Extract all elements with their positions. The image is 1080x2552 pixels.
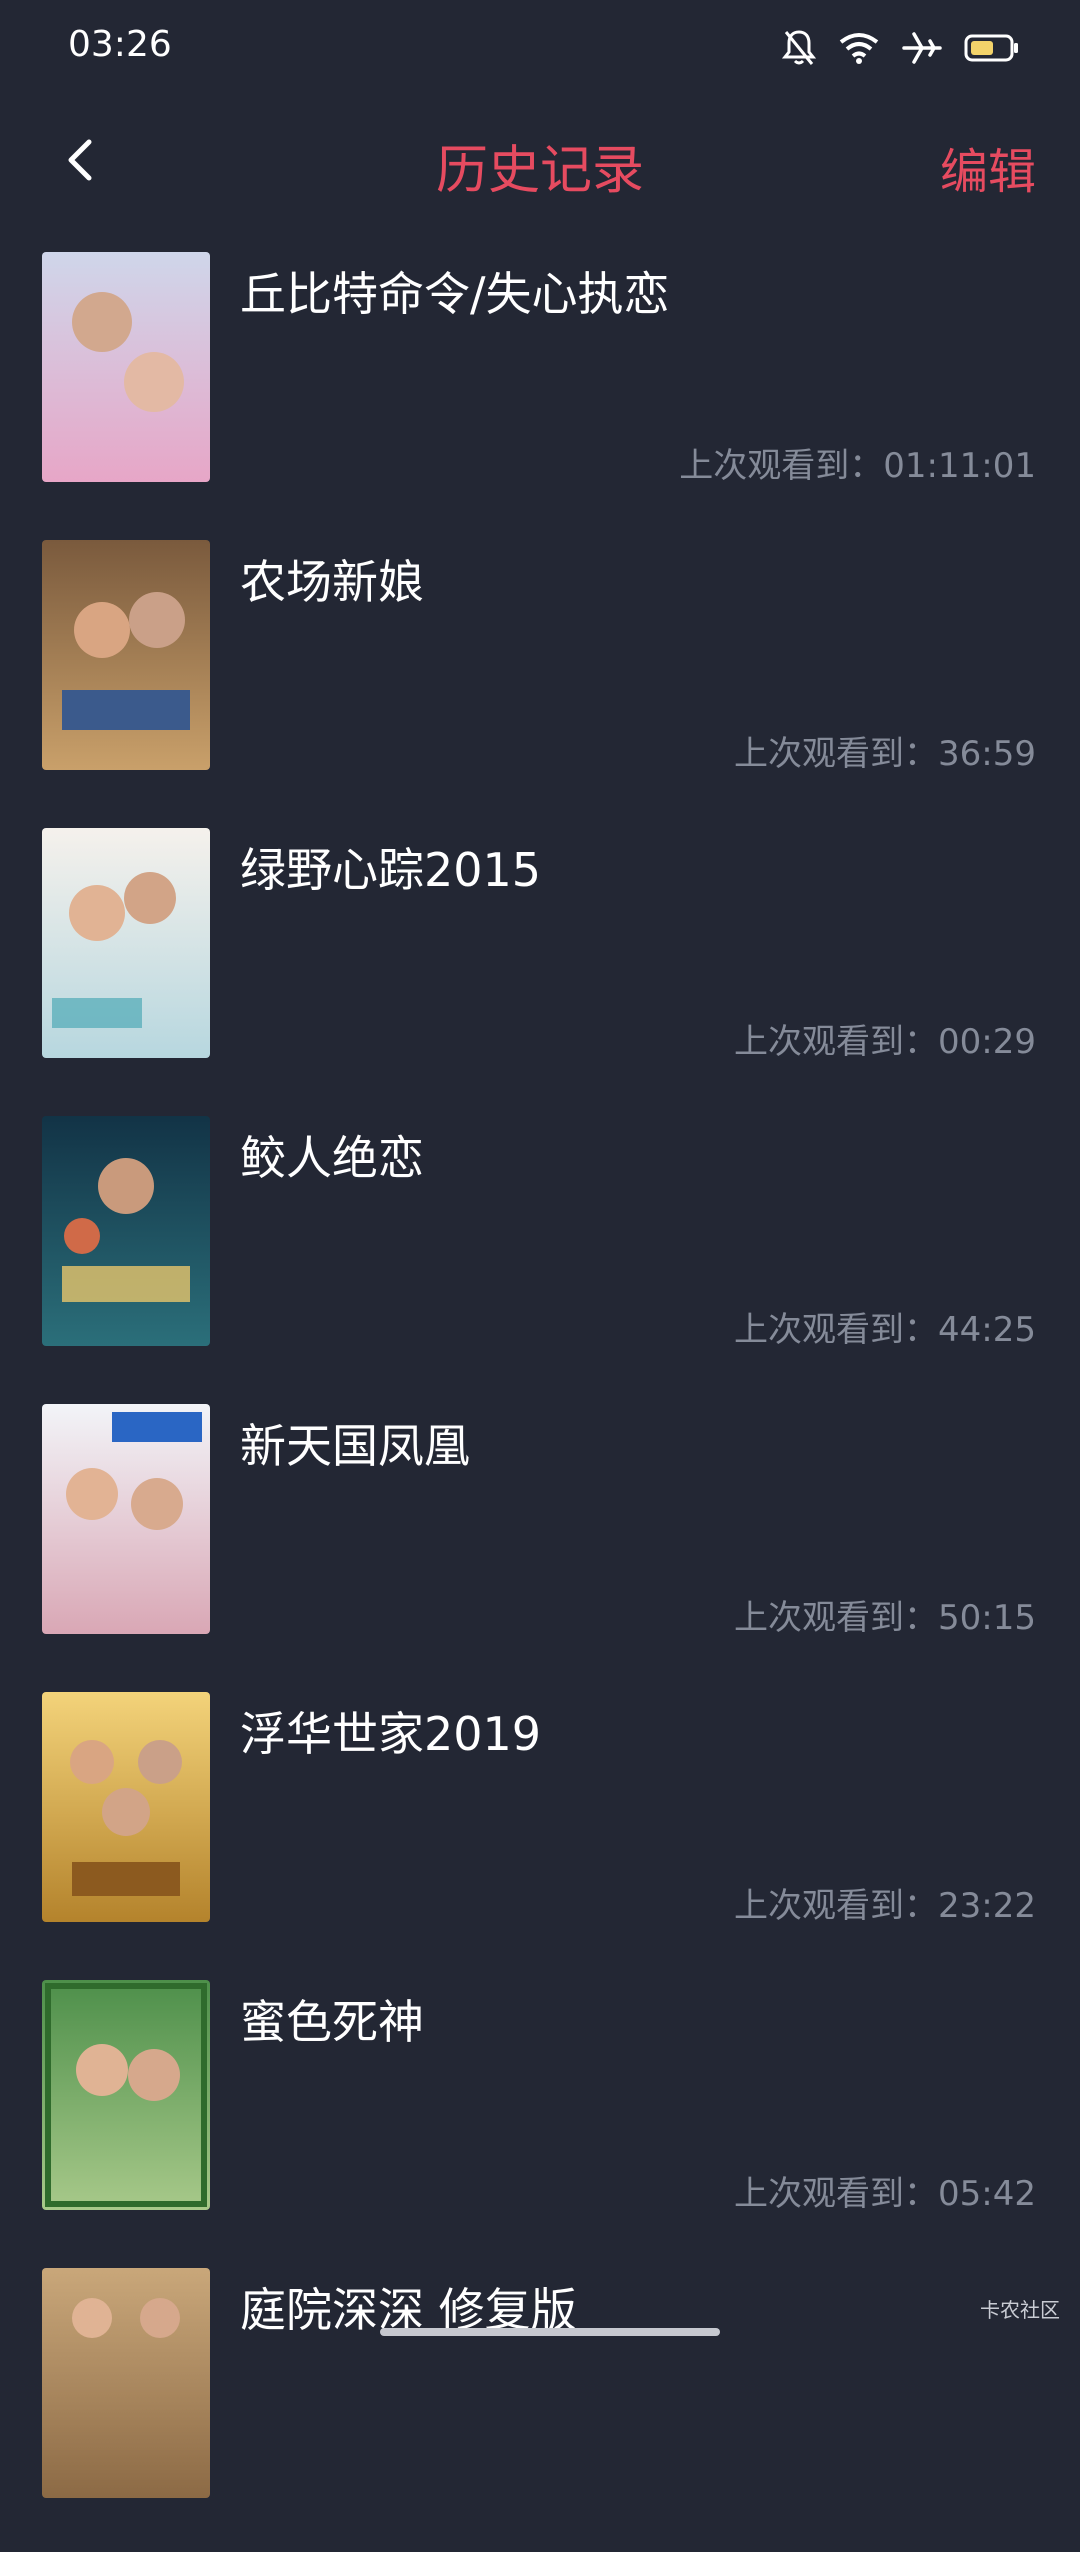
status-bar: 03:26 — [0, 0, 1080, 96]
poster-thumbnail[interactable] — [42, 1116, 210, 1346]
drama-title: 丘比特命令/失心执恋 — [240, 267, 670, 321]
history-item[interactable]: 丘比特命令/失心执恋 上次观看到：01:11:01 — [0, 248, 1080, 536]
watch-progress: 上次观看到：50:15 — [734, 1598, 1036, 1638]
home-indicator[interactable] — [380, 2328, 720, 2336]
history-item[interactable]: 庭院深深 修复版 — [0, 2264, 1080, 2552]
history-item[interactable]: 蜜色死神 上次观看到：05:42 — [0, 1976, 1080, 2264]
status-icons — [782, 26, 1020, 70]
poster-thumbnail[interactable] — [42, 1692, 210, 1922]
poster-thumbnail[interactable] — [42, 2268, 210, 2498]
history-item[interactable]: 农场新娘 上次观看到：36:59 — [0, 536, 1080, 824]
page-title: 历史记录 — [435, 141, 644, 201]
airplane-icon — [902, 30, 942, 66]
watermark: 卡农社区 — [980, 2298, 1060, 2322]
history-item[interactable]: 绿野心踪2015 上次观看到：00:29 — [0, 824, 1080, 1112]
edit-button[interactable]: 编辑 — [940, 132, 1036, 202]
drama-title: 蜜色死神 — [240, 1995, 424, 2049]
battery-icon — [964, 33, 1020, 63]
drama-title: 新天国凤凰 — [240, 1419, 470, 1473]
history-item[interactable]: 新天国凤凰 上次观看到：50:15 — [0, 1400, 1080, 1688]
poster-thumbnail[interactable] — [42, 828, 210, 1058]
drama-title: 鲛人绝恋 — [240, 1131, 424, 1185]
poster-thumbnail[interactable] — [42, 252, 210, 482]
history-item[interactable]: 浮华世家2019 上次观看到：23:22 — [0, 1688, 1080, 1976]
top-app-bar: 历史记录 编辑 — [0, 110, 1080, 210]
history-item[interactable]: 鲛人绝恋 上次观看到：44:25 — [0, 1112, 1080, 1400]
bell-muted-icon — [782, 28, 816, 68]
drama-title: 绿野心踪2015 — [240, 843, 542, 897]
watch-progress: 上次观看到：00:29 — [734, 1022, 1036, 1062]
drama-title: 农场新娘 — [240, 555, 424, 609]
watch-progress: 上次观看到：05:42 — [734, 2174, 1036, 2214]
status-time: 03:26 — [68, 24, 172, 65]
poster-thumbnail[interactable] — [42, 1980, 210, 2210]
watch-progress: 上次观看到：44:25 — [734, 1310, 1036, 1350]
watch-progress: 上次观看到：23:22 — [734, 1886, 1036, 1926]
drama-title: 浮华世家2019 — [240, 1707, 542, 1761]
wifi-icon — [838, 31, 880, 65]
poster-thumbnail[interactable] — [42, 1404, 210, 1634]
watch-progress: 上次观看到：01:11:01 — [679, 446, 1036, 486]
watch-progress: 上次观看到：36:59 — [734, 734, 1036, 774]
poster-thumbnail[interactable] — [42, 540, 210, 770]
